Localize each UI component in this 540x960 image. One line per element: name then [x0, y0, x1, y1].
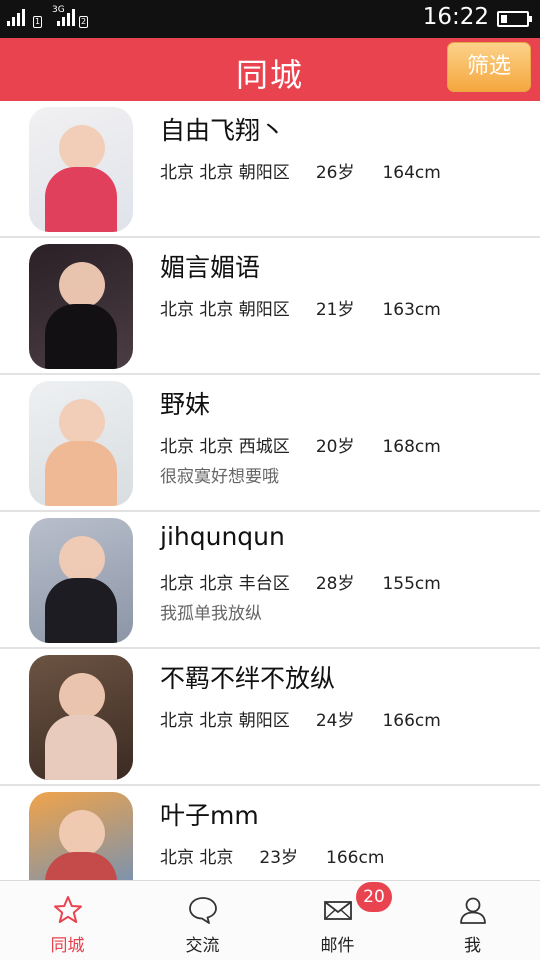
user-name: 自由飞翔丶	[160, 116, 286, 145]
status-bar: 1 3G 2 16:22	[0, 0, 540, 38]
sim-icon: 1	[33, 16, 42, 28]
user-age: 20岁	[315, 437, 355, 457]
user-info: 北京 北京 朝阳区 21岁 163cm	[160, 295, 441, 320]
user-name: 叶子mm	[160, 801, 259, 830]
chat-bubble-icon	[188, 897, 217, 924]
user-list-item[interactable]: 不羁不绊不放纵北京 北京 朝阳区 24岁 166cm	[0, 649, 540, 786]
tab-chat[interactable]: 交流	[135, 881, 270, 960]
user-name: jihqunqun	[160, 522, 285, 551]
mail-icon	[323, 901, 352, 920]
user-location: 北京 北京 西城区	[160, 437, 290, 457]
user-list-item[interactable]: 自由飞翔丶北京 北京 朝阳区 26岁 164cm	[0, 101, 540, 238]
user-age: 24岁	[315, 711, 355, 731]
user-motto: 我孤单我放纵	[160, 604, 262, 624]
user-list-item[interactable]: 叶子mm 北京 北京 23岁 166cm	[0, 786, 540, 880]
signal-3g-icon	[57, 9, 75, 26]
mail-unread-badge: 20	[356, 882, 392, 912]
user-age: 21岁	[315, 300, 355, 320]
user-name: 媚言媚语	[160, 253, 261, 282]
user-avatar[interactable]	[29, 518, 133, 643]
user-avatar[interactable]	[29, 381, 133, 506]
user-location: 北京 北京 朝阳区	[160, 711, 290, 731]
user-name: 不羁不绊不放纵	[160, 664, 336, 693]
tab-label: 邮件	[320, 936, 355, 956]
tab-bar: 同城 交流 邮件 我	[0, 880, 540, 960]
user-avatar[interactable]	[29, 107, 133, 232]
tab-nearby[interactable]: 同城	[0, 881, 135, 960]
user-list-item[interactable]: 媚言媚语北京 北京 朝阳区 21岁 163cm	[0, 238, 540, 375]
signal-icon	[7, 9, 25, 26]
user-icon	[459, 897, 486, 924]
battery-icon	[497, 11, 532, 27]
status-time: 16:22	[422, 4, 489, 30]
user-info: 北京 北京 西城区 20岁 168cm	[160, 432, 441, 457]
user-info: 北京 北京 23岁 166cm	[160, 843, 384, 868]
star-icon	[53, 896, 82, 923]
user-height: 168cm	[382, 437, 441, 457]
user-location: 北京 北京	[160, 848, 234, 868]
tab-label: 交流	[185, 936, 220, 956]
user-list-item[interactable]: 野妹北京 北京 西城区 20岁 168cm 很寂寞好想要哦	[0, 375, 540, 512]
user-location: 北京 北京 朝阳区	[160, 163, 290, 183]
user-list[interactable]: 自由飞翔丶 北京 北京 朝阳区 26岁 164cm 媚言媚语 北京 北京 朝阳区 21岁 16…	[0, 101, 540, 880]
tab-label: 同城	[50, 936, 85, 956]
user-list-item[interactable]: jihqunqun 北京 北京 丰台区 28岁 155cm 我孤单我放纵	[0, 512, 540, 649]
user-age: 26岁	[315, 163, 355, 183]
user-info: 北京 北京 丰台区 28岁 155cm	[160, 569, 441, 594]
user-avatar[interactable]	[29, 655, 133, 780]
user-location: 北京 北京 丰台区	[160, 574, 290, 594]
user-age: 28岁	[315, 574, 355, 594]
user-motto: 很寂寞好想要哦	[160, 467, 279, 487]
user-age: 23岁	[259, 848, 299, 868]
user-avatar[interactable]	[29, 244, 133, 369]
filter-button[interactable]: 筛选	[447, 42, 531, 92]
user-avatar[interactable]	[29, 792, 133, 880]
user-height: 166cm	[382, 711, 441, 731]
title-bar: 同城 筛选	[0, 38, 540, 101]
user-height: 155cm	[382, 574, 441, 594]
sim-icon: 2	[79, 16, 88, 28]
user-height: 164cm	[382, 163, 441, 183]
user-height: 163cm	[382, 300, 441, 320]
user-info: 北京 北京 朝阳区 24岁 166cm	[160, 706, 441, 731]
user-location: 北京 北京 朝阳区	[160, 300, 290, 320]
user-info: 北京 北京 朝阳区 26岁 164cm	[160, 158, 441, 183]
user-height: 166cm	[326, 848, 385, 868]
tab-me[interactable]: 我	[405, 881, 540, 960]
user-name: 野妹	[160, 390, 211, 419]
tab-label: 我	[464, 936, 481, 956]
